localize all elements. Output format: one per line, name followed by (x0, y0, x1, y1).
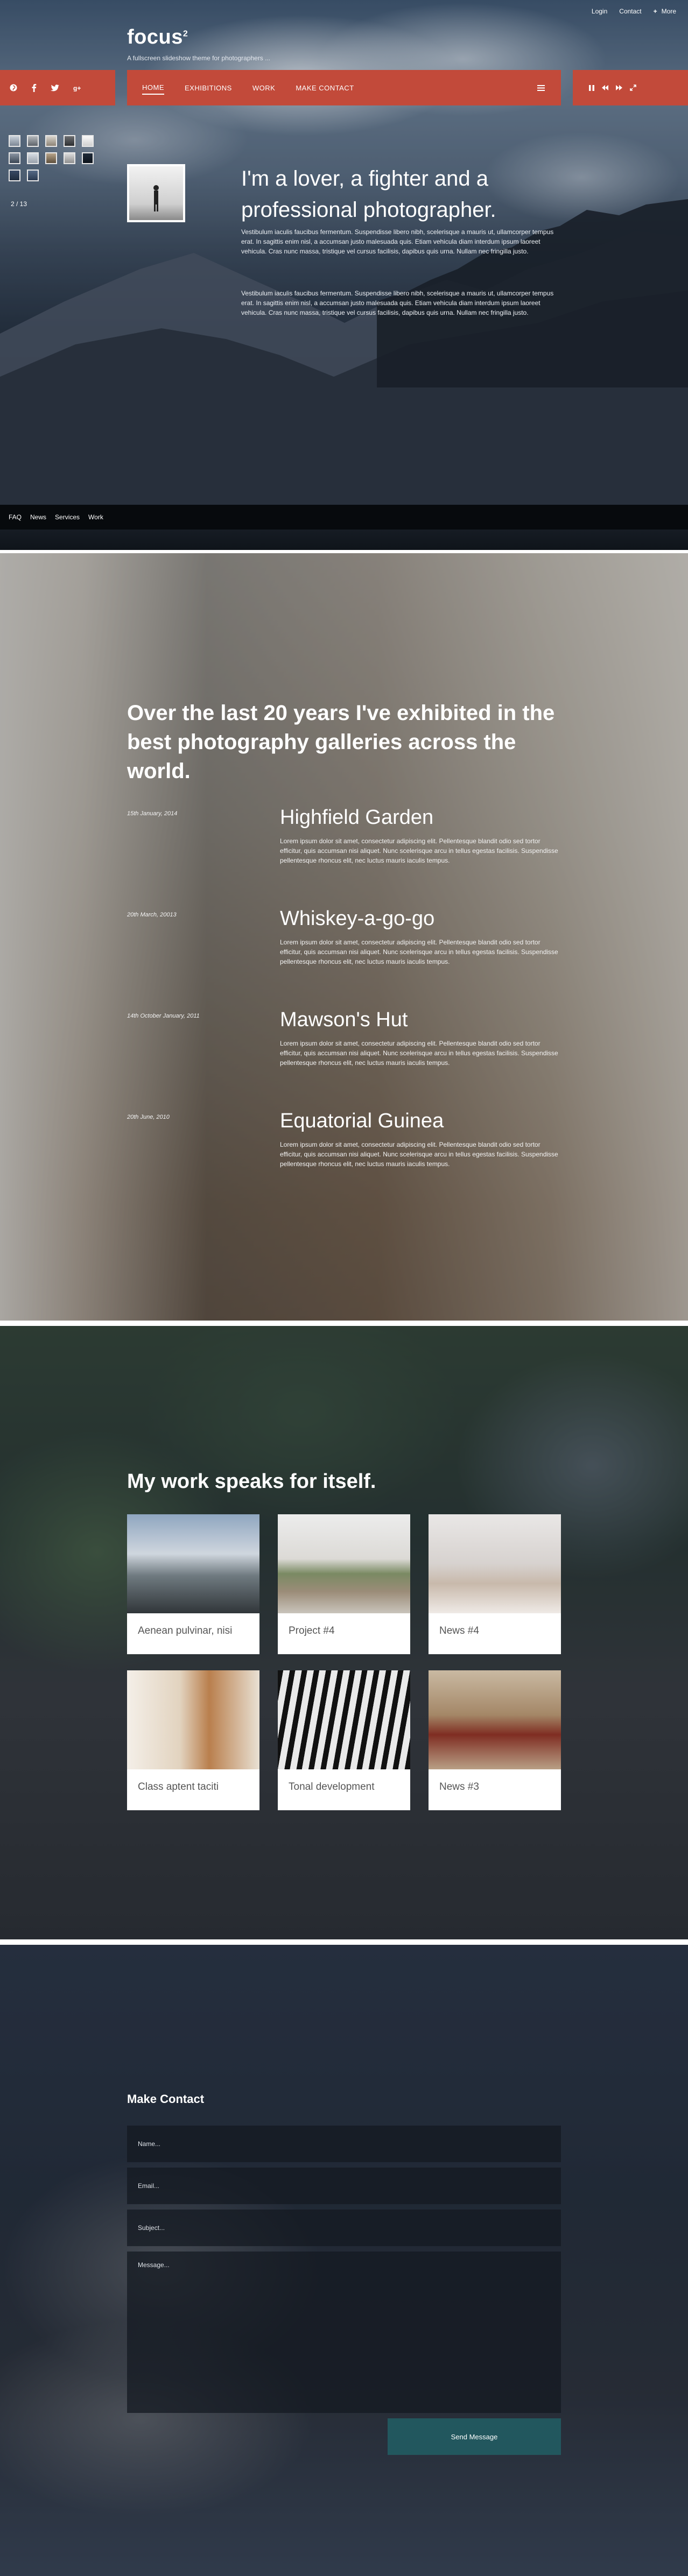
slide-thumbnail[interactable] (64, 152, 75, 164)
twitter-icon[interactable] (51, 84, 59, 91)
slide-thumbnail[interactable] (9, 152, 20, 164)
card-image (127, 1514, 259, 1613)
card-label: News #3 (439, 1781, 479, 1792)
send-message-button[interactable]: Send Message (388, 2418, 561, 2455)
card-label: Aenean pulvinar, nisi (138, 1625, 233, 1636)
exhibition-name: Equatorial Guinea (280, 1110, 444, 1132)
slide-thumbnail[interactable] (64, 135, 75, 147)
contact-link[interactable]: Contact (619, 8, 641, 15)
slide-thumbnail[interactable] (82, 152, 94, 164)
main-nav: HOME EXHIBITIONS WORK MAKE CONTACT (127, 70, 561, 105)
portfolio-card[interactable]: Tonal development (278, 1670, 410, 1810)
subject-field[interactable] (127, 2210, 561, 2246)
brand-name: focus (127, 26, 183, 48)
slide-thumbnail[interactable] (27, 135, 39, 147)
contact-title: Make Contact (127, 2092, 205, 2106)
exhibitions-section: Over the last 20 years I've exhibited in… (0, 553, 688, 1321)
top-links: Login Contact + More (592, 8, 676, 15)
section-divider (0, 1939, 688, 1945)
intro-title: I'm a lover, a fighter and a professiona… (241, 167, 496, 222)
exhibition-date: 20th March, 20013 (127, 912, 177, 918)
slide-counter: 2 / 13 (11, 200, 27, 208)
intro-paragraph: Vestibulum iaculis faucibus fermentum. S… (241, 290, 554, 316)
card-image (127, 1670, 259, 1769)
work-section: My work speaks for itself. Aenean pulvin… (0, 1326, 688, 1939)
slideshow-thumbnails (9, 135, 95, 181)
next-icon[interactable] (616, 85, 622, 90)
facebook-icon[interactable] (31, 83, 37, 92)
contact-section: Make Contact Send Message (0, 1945, 688, 2576)
card-image (429, 1514, 561, 1613)
portfolio-card[interactable]: News #3 (429, 1670, 561, 1810)
login-link[interactable]: Login (592, 8, 607, 15)
card-image (429, 1670, 561, 1769)
exhibition-description: Lorem ipsum dolor sit amet, consectetur … (280, 1040, 558, 1067)
more-link[interactable]: More (662, 8, 676, 15)
exhibition-date: 15th January, 2014 (127, 810, 178, 817)
hamburger-menu-icon[interactable] (537, 84, 545, 91)
exhibitions-overlay (0, 553, 688, 1321)
footer-link-faq[interactable]: FAQ (9, 513, 22, 521)
exhibition-date: 20th June, 2010 (127, 1114, 170, 1120)
name-field[interactable] (127, 2126, 561, 2162)
intro-paragraph: Vestibulum iaculis faucibus fermentum. S… (241, 228, 554, 255)
card-label: Project #4 (289, 1625, 335, 1636)
slide-thumbnail[interactable] (9, 135, 20, 147)
slide-thumbnail[interactable] (82, 135, 94, 147)
card-image (278, 1670, 410, 1769)
footer-link-news[interactable]: News (30, 513, 46, 521)
card-label: News #4 (439, 1625, 479, 1636)
slide-thumbnail[interactable] (45, 152, 57, 164)
exhibition-description: Lorem ipsum dolor sit amet, consectetur … (280, 837, 558, 864)
slide-thumbnail[interactable] (27, 152, 39, 164)
card-label: Tonal development (289, 1781, 375, 1792)
svg-text:g+: g+ (73, 84, 81, 91)
plus-icon: + (653, 8, 657, 15)
pinterest-icon[interactable] (10, 84, 17, 91)
portfolio-card[interactable]: Aenean pulvinar, nisi (127, 1514, 259, 1654)
slide-thumbnail[interactable] (27, 170, 39, 181)
nav-make-contact[interactable]: MAKE CONTACT (296, 82, 354, 94)
exhibition-name: Mawson's Hut (280, 1008, 408, 1031)
work-title: My work speaks for itself. (127, 1470, 376, 1493)
google-plus-icon[interactable]: g+ (73, 84, 83, 91)
fullscreen-icon[interactable] (630, 84, 636, 91)
brand-tagline: A fullscreen slideshow theme for photogr… (127, 54, 271, 62)
slideshow-controls (573, 70, 688, 105)
portfolio-card[interactable]: News #4 (429, 1514, 561, 1654)
pause-icon[interactable] (589, 84, 594, 91)
exhibition-description: Lorem ipsum dolor sit amet, consectetur … (280, 938, 558, 965)
nav-work[interactable]: WORK (252, 82, 275, 94)
message-field[interactable] (127, 2252, 561, 2413)
nav-exhibitions[interactable]: EXHIBITIONS (185, 82, 232, 94)
card-image (278, 1514, 410, 1613)
brand-superscript: 2 (182, 29, 188, 39)
hero-section: Login Contact + More focus2 A fullscreen… (0, 0, 688, 550)
portfolio-card[interactable]: Project #4 (278, 1514, 410, 1654)
footer-links: FAQ News Services Work (0, 505, 688, 530)
nav-home[interactable]: HOME (142, 81, 164, 95)
footer-link-services[interactable]: Services (55, 513, 80, 521)
brand-logo[interactable]: focus2 (127, 26, 188, 49)
avatar (127, 164, 185, 222)
portfolio-card[interactable]: Class aptent taciti (127, 1670, 259, 1810)
exhibition-name: Whiskey-a-go-go (280, 907, 435, 930)
exhibition-description: Lorem ipsum dolor sit amet, consectetur … (280, 1141, 558, 1168)
slide-thumbnail[interactable] (9, 170, 20, 181)
exhibition-name: Highfield Garden (280, 806, 434, 829)
card-label: Class aptent taciti (138, 1781, 219, 1792)
email-field[interactable] (127, 2168, 561, 2204)
exhibition-date: 14th October January, 2011 (127, 1013, 200, 1019)
previous-icon[interactable] (602, 85, 608, 90)
social-bar: g+ (0, 70, 115, 105)
footer-link-work[interactable]: Work (88, 513, 103, 521)
hero-bottom-band (0, 530, 688, 550)
exhibitions-title: Over the last 20 years I've exhibited in… (127, 701, 555, 783)
section-divider (0, 1321, 688, 1326)
slide-thumbnail[interactable] (45, 135, 57, 147)
